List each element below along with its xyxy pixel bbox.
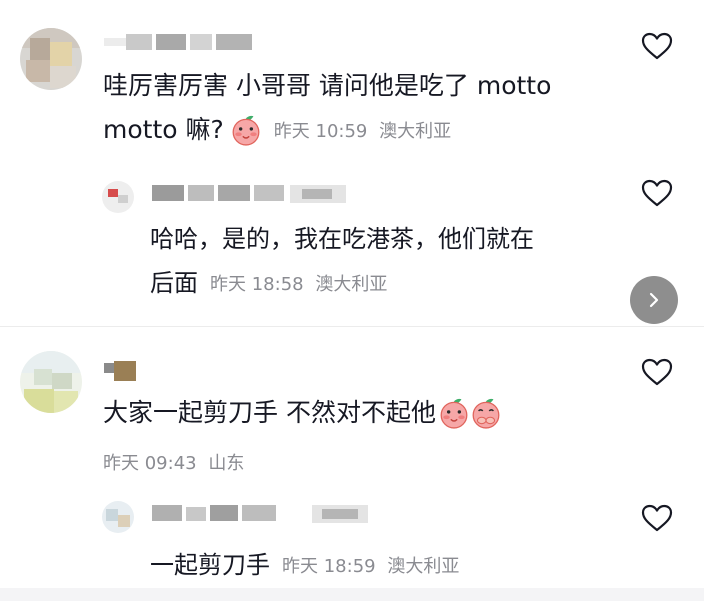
reply-text-line-1: 哈哈，是的，我在吃港茶，他们就在 [150,225,534,253]
reply-text-line-2: 后面 [150,269,198,297]
reply-username[interactable] [152,501,372,525]
reply-item: 哈哈，是的，我在吃港茶，他们就在 后面 昨天 18:58 澳大利亚 [100,175,704,315]
reply-time: 昨天 18:58 [210,274,304,295]
reply-time: 昨天 18:59 [282,556,376,577]
username[interactable] [104,359,144,383]
next-button[interactable] [630,276,678,324]
bottom-input-bar[interactable] [0,588,704,601]
reply-item: 一起剪刀手 昨天 18:59 澳大利亚 [100,495,704,585]
reply-location: 澳大利亚 [315,274,388,295]
reply-meta: 昨天 18:58 澳大利亚 [210,270,387,296]
comment-location: 山东 [208,453,245,474]
reply-text-row: 一起剪刀手 昨天 18:59 澳大利亚 [150,545,459,585]
comment-meta: 昨天 09:43 山东 [103,449,244,475]
comment-text: 大家一起剪刀手 不然对不起他 [103,398,436,427]
chevron-right-icon [649,292,659,308]
avatar[interactable] [20,28,82,90]
comment-time: 昨天 09:43 [103,453,197,474]
comment-item: 哇厉害厉害 小哥哥 请问他是吃了 motto motto 嘛? 昨天 10:59… [0,0,704,325]
comment-meta: 昨天 10:59 澳大利亚 [274,117,451,143]
comment-time: 昨天 10:59 [273,121,368,142]
peach-covering-mouth-emoji-icon [472,398,500,429]
reply-location: 澳大利亚 [387,556,460,577]
heart-outline-icon[interactable] [641,178,673,208]
reply-text: 一起剪刀手 [150,551,270,579]
reply-avatar[interactable] [102,181,134,213]
heart-outline-icon[interactable] [641,503,673,533]
username[interactable] [104,32,254,52]
reply-meta: 昨天 18:59 澳大利亚 [282,552,459,578]
heart-outline-icon[interactable] [641,357,673,387]
comment-item: 大家一起剪刀手 不然对不起他 昨天 09:43 山东 一起剪刀手 昨天 18:5… [0,327,704,587]
comment-text-row: 大家一起剪刀手 不然对不起他 [103,393,502,433]
comment-text-line-1: 哇厉害厉害 小哥哥 请问他是吃了 motto [103,71,552,100]
reply-text-line-2-row: 后面 昨天 18:58 澳大利亚 [150,263,387,303]
heart-outline-icon[interactable] [641,31,673,61]
peach-emoji-icon [440,398,468,429]
peach-emoji-icon [232,115,260,146]
avatar[interactable] [20,351,82,413]
comment-location: 澳大利亚 [379,121,452,142]
reply-username[interactable] [152,181,372,205]
comment-text-line-2-row: motto 嘛? 昨天 10:59 澳大利亚 [103,110,451,150]
comment-text-line-2: motto 嘛? [103,115,224,144]
reply-avatar[interactable] [102,501,134,533]
